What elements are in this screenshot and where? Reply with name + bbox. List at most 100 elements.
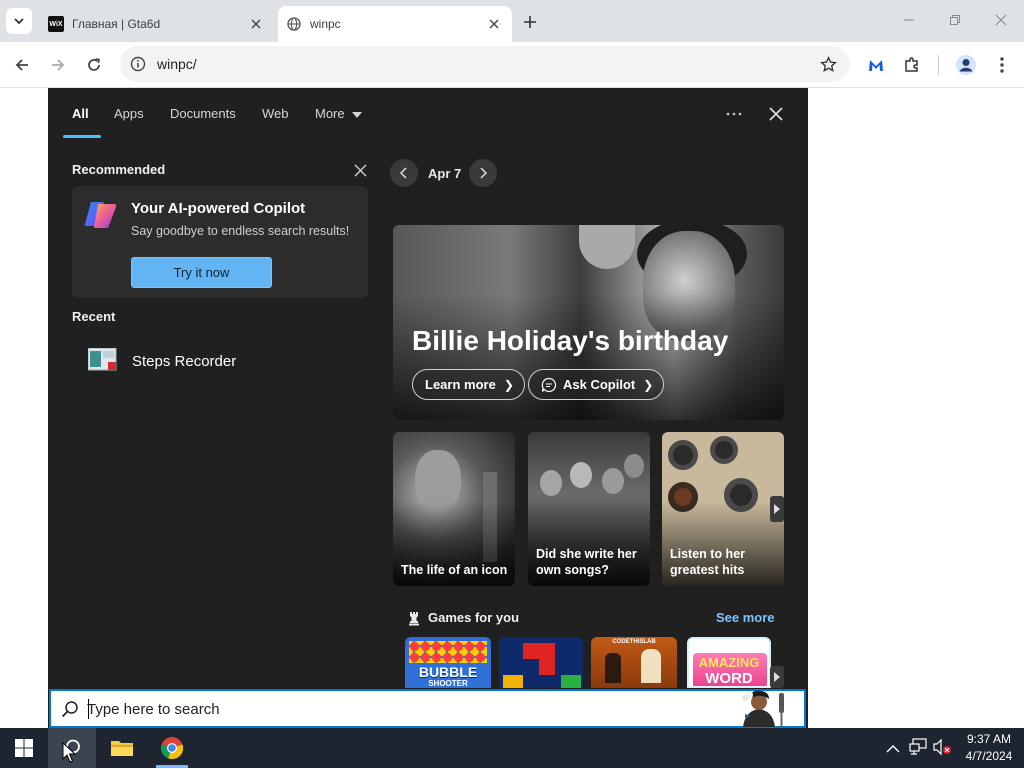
active-tab-indicator bbox=[63, 135, 101, 138]
close-tab-icon[interactable] bbox=[486, 16, 502, 32]
forward-button[interactable] bbox=[44, 51, 72, 79]
game-title-line2: SHOOTER bbox=[428, 679, 468, 688]
clock-date: 4/7/2024 bbox=[965, 749, 1013, 763]
browser-tab-winpc[interactable]: winpc bbox=[278, 6, 512, 42]
game-tile-bubble-shooter[interactable]: BUBBLE SHOOTER bbox=[405, 637, 491, 688]
new-tab-button[interactable] bbox=[518, 10, 542, 34]
tab-title: Главная | Gta6d bbox=[72, 17, 161, 31]
search-icon bbox=[61, 700, 79, 718]
game-tile-chess[interactable]: CODETHISLAB bbox=[591, 637, 677, 688]
close-window-button[interactable] bbox=[978, 6, 1024, 34]
network-icon[interactable] bbox=[908, 738, 928, 758]
minimize-icon bbox=[904, 19, 914, 21]
site-info-icon[interactable] bbox=[128, 54, 148, 74]
copilot-card-subtitle: Say goodbye to endless search results! bbox=[131, 224, 350, 238]
profile-avatar-icon[interactable] bbox=[952, 51, 980, 79]
volume-muted-icon[interactable] bbox=[932, 738, 952, 758]
chevron-left-icon bbox=[400, 167, 407, 179]
search-input[interactable] bbox=[87, 698, 687, 720]
restore-window-button[interactable] bbox=[932, 6, 978, 34]
tab-search-button[interactable] bbox=[6, 8, 32, 34]
show-hidden-icons-chevron-icon[interactable] bbox=[886, 740, 902, 756]
chevron-right-icon bbox=[480, 167, 487, 179]
bubbles-graphic bbox=[409, 641, 487, 663]
games-next-button[interactable] bbox=[770, 666, 784, 688]
tab-more[interactable]: More bbox=[315, 106, 363, 121]
file-explorer-icon[interactable] bbox=[98, 728, 146, 768]
recent-heading: Recent bbox=[72, 309, 116, 324]
try-it-now-button[interactable]: Try it now bbox=[131, 257, 272, 288]
close-icon bbox=[995, 14, 1007, 26]
chat-bubble-icon bbox=[541, 377, 557, 392]
more-options-ellipsis-icon[interactable] bbox=[722, 102, 746, 126]
system-clock[interactable]: 9:37 AM 4/7/2024 bbox=[960, 731, 1018, 765]
dismiss-recommended-icon[interactable] bbox=[350, 161, 370, 179]
minimize-window-button[interactable] bbox=[886, 6, 932, 34]
globe-icon bbox=[286, 16, 302, 32]
chevron-right-icon: ❯ bbox=[503, 377, 514, 392]
tab-title: winpc bbox=[310, 17, 341, 31]
toolbar-divider bbox=[938, 55, 939, 75]
chess-piece-graphic bbox=[641, 649, 661, 683]
chrome-icon[interactable] bbox=[148, 728, 196, 768]
browser-tab-gta6d[interactable]: WiX Главная | Gta6d bbox=[38, 6, 274, 42]
windows-search-panel: All Apps Documents Web More Recommended … bbox=[48, 88, 808, 728]
next-day-button[interactable] bbox=[469, 159, 497, 187]
clock-time: 9:37 AM bbox=[966, 732, 1012, 746]
browser-menu-icon[interactable] bbox=[988, 51, 1016, 79]
tab-web[interactable]: Web bbox=[262, 106, 289, 121]
malwarebytes-extension-icon[interactable] bbox=[862, 51, 890, 79]
text-cursor bbox=[88, 699, 89, 719]
chevron-right-icon: ❯ bbox=[643, 377, 654, 392]
plus-icon bbox=[524, 16, 536, 28]
close-tab-icon[interactable] bbox=[248, 16, 264, 32]
game-tile-blocks[interactable] bbox=[499, 637, 583, 688]
story-card-own-songs[interactable]: Did she write her own songs? bbox=[528, 432, 650, 586]
stories-next-button[interactable] bbox=[770, 496, 784, 522]
previous-day-button[interactable] bbox=[390, 159, 418, 187]
caret-down-icon bbox=[352, 111, 363, 118]
caret-right-icon bbox=[774, 672, 780, 682]
chevron-down-icon bbox=[14, 18, 24, 25]
copilot-logo-icon bbox=[82, 196, 120, 234]
browser-tab-strip: WiX Главная | Gta6d winpc bbox=[0, 0, 1024, 42]
reload-button[interactable] bbox=[80, 51, 108, 79]
learn-more-button[interactable]: Learn more ❯ bbox=[412, 369, 525, 400]
tab-documents[interactable]: Documents bbox=[170, 106, 236, 121]
block-graphic bbox=[561, 675, 581, 688]
url-text[interactable]: winpc/ bbox=[157, 56, 197, 72]
extensions-puzzle-icon[interactable] bbox=[898, 51, 926, 79]
story-label: Did she write her own songs? bbox=[536, 547, 637, 577]
tab-all[interactable]: All bbox=[72, 106, 89, 121]
back-button[interactable] bbox=[8, 51, 36, 79]
taskbar-search-box[interactable] bbox=[49, 689, 806, 728]
address-bar[interactable]: winpc/ bbox=[120, 46, 850, 82]
story-label: Listen to her greatest hits bbox=[670, 547, 746, 577]
restore-icon bbox=[950, 15, 960, 25]
game-title-line2: WORD bbox=[705, 670, 753, 687]
tab-apps[interactable]: Apps bbox=[114, 106, 144, 121]
search-highlight-hero[interactable]: Billie Holiday's birthday Learn more ❯ A… bbox=[393, 225, 784, 420]
story-card-life-of-an-icon[interactable]: The life of an icon bbox=[393, 432, 515, 586]
arrow-right-icon bbox=[52, 59, 65, 71]
tab-more-label: More bbox=[315, 106, 345, 121]
recent-item-steps-recorder[interactable]: Steps Recorder bbox=[72, 340, 368, 380]
block-graphic bbox=[539, 643, 555, 659]
ask-copilot-label: Ask Copilot bbox=[563, 377, 636, 392]
story-card-greatest-hits[interactable]: Listen to her greatest hits bbox=[662, 432, 784, 586]
search-highlight-portrait-icon[interactable] bbox=[735, 689, 799, 727]
see-more-link[interactable]: See more bbox=[716, 610, 775, 625]
bookmark-star-icon[interactable] bbox=[818, 54, 838, 74]
ask-copilot-button[interactable]: Ask Copilot ❯ bbox=[528, 369, 665, 400]
chess-piece-icon bbox=[406, 610, 422, 626]
close-panel-icon[interactable] bbox=[764, 102, 788, 126]
recent-item-label: Steps Recorder bbox=[132, 353, 237, 370]
reload-icon bbox=[88, 58, 100, 71]
games-heading: Games for you bbox=[428, 610, 520, 625]
hero-title: Billie Holiday's birthday bbox=[412, 325, 729, 356]
steps-recorder-icon bbox=[87, 347, 118, 372]
game-tile-amazing-word[interactable]: AMAZING WORD bbox=[687, 637, 771, 688]
mouse-pointer-icon bbox=[62, 741, 77, 764]
chess-piece-graphic bbox=[605, 653, 621, 683]
windows-start-icon[interactable] bbox=[0, 728, 48, 768]
